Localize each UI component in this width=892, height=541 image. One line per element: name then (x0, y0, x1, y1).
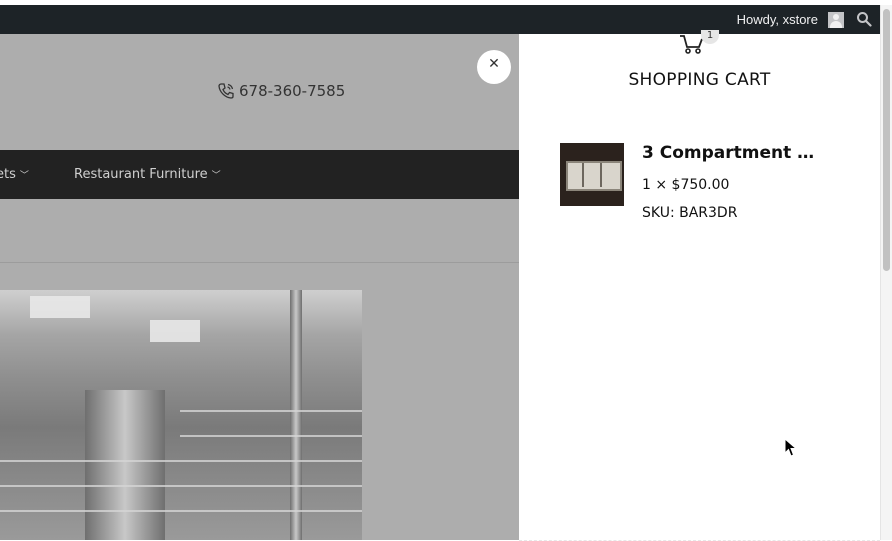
phone-contact[interactable]: 678-360-7585 (217, 82, 345, 100)
close-icon[interactable]: ✕ (477, 50, 511, 84)
breadcrumb-area (0, 199, 519, 263)
cart-item-thumbnail[interactable] (560, 143, 624, 206)
phone-icon (218, 83, 234, 99)
nav-item-cabinets[interactable]: ets﹀ (0, 150, 29, 199)
nav-item-label: Restaurant Furniture (74, 167, 208, 182)
chevron-down-icon: ﹀ (211, 171, 221, 181)
cart-item-quantity-price: 1 × $750.00 (642, 177, 730, 193)
site-overlay[interactable]: 678-360-7585 ✕ ets﹀ Restaurant Furniture… (0, 34, 519, 540)
scrollbar-thumb[interactable] (883, 9, 890, 271)
chevron-down-icon: ﹀ (19, 171, 29, 181)
cart-item-sku: SKU: BAR3DR (642, 205, 738, 221)
nav-item-label: ets (0, 167, 16, 182)
cart-count-badge: 1 (701, 30, 719, 44)
cart-drawer: 1 SHOPPING CART 3 Compartment Ba... 1 × … (519, 30, 880, 541)
main-nav: ets﹀ Restaurant Furniture﹀ (0, 150, 519, 199)
user-avatar-icon[interactable] (828, 12, 844, 28)
site-header: 678-360-7585 ✕ (0, 34, 519, 150)
cart-title: SHOPPING CART (628, 70, 771, 90)
page-scrollbar[interactable] (880, 5, 892, 540)
phone-number: 678-360-7585 (239, 82, 346, 100)
cart-button[interactable]: 1 (679, 30, 723, 56)
mouse-cursor-icon (784, 438, 798, 457)
cart-item-name[interactable]: 3 Compartment Ba... (642, 143, 822, 163)
admin-greeting[interactable]: Howdy, xstore (737, 5, 818, 34)
product-image (0, 290, 362, 540)
nav-item-restaurant-furniture[interactable]: Restaurant Furniture ﹀ (74, 150, 221, 199)
search-icon[interactable] (856, 11, 872, 27)
admin-bar: Howdy, xstore (0, 5, 880, 34)
